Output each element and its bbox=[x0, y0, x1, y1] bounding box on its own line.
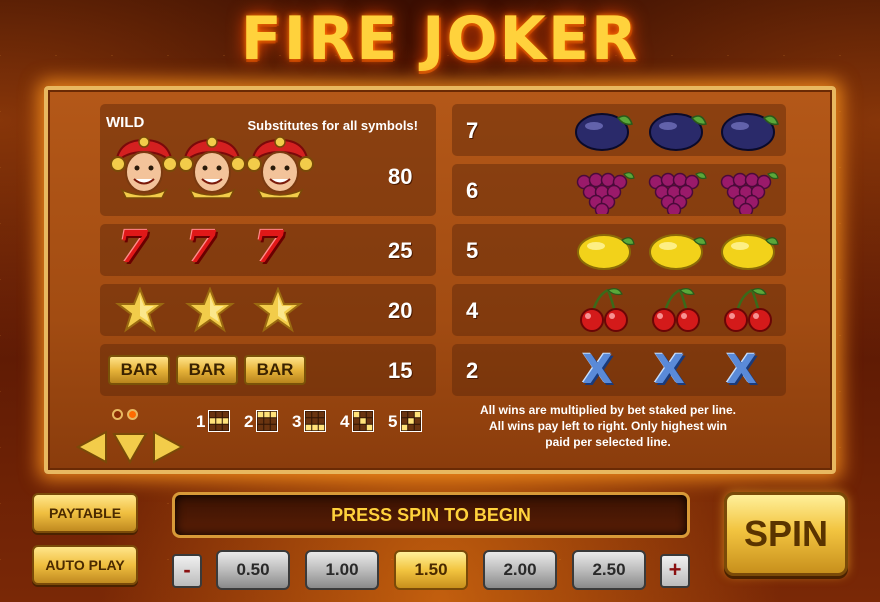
payline-grid-icon bbox=[400, 410, 422, 432]
joker-icon bbox=[178, 136, 246, 199]
payline-grid-icon bbox=[352, 410, 374, 432]
seven-icon: 7 bbox=[118, 222, 149, 273]
paytable-row-plum: 7 bbox=[452, 104, 786, 156]
page-indicator bbox=[112, 407, 142, 425]
stake-option[interactable]: 2.50 bbox=[572, 550, 646, 590]
cherry-payout: 4 bbox=[466, 298, 479, 323]
seven-icon: 7 bbox=[186, 222, 217, 273]
lemon-icon bbox=[649, 234, 707, 270]
info-line: paid per selected line. bbox=[545, 435, 671, 449]
grapes-payout: 6 bbox=[466, 178, 479, 203]
star-icon bbox=[115, 287, 165, 333]
joker-icon bbox=[110, 136, 178, 199]
x-icon: X bbox=[726, 347, 757, 393]
payline-number: 1 bbox=[196, 412, 206, 431]
lemon-icon bbox=[577, 234, 635, 270]
lemon-payout: 5 bbox=[466, 238, 479, 263]
grapes-icon bbox=[576, 172, 635, 214]
stake-option-selected[interactable]: 1.50 bbox=[394, 550, 468, 590]
paytable-row-lemon: 5 bbox=[452, 224, 786, 276]
paytable-row-grapes: 6 bbox=[452, 164, 786, 216]
autoplay-button[interactable]: AUTO PLAY bbox=[32, 545, 138, 585]
paytable-row-bar: BAR BAR BAR 15 bbox=[100, 344, 436, 396]
stake-option[interactable]: 0.50 bbox=[216, 550, 290, 590]
cherry-icon bbox=[724, 288, 772, 332]
payline-grid-icon bbox=[208, 410, 230, 432]
stake-option[interactable]: 2.00 bbox=[483, 550, 557, 590]
lemon-icon bbox=[721, 234, 779, 270]
x-icon: X bbox=[654, 347, 685, 393]
grapes-icon bbox=[720, 172, 779, 214]
arrow-left-icon[interactable] bbox=[76, 430, 108, 464]
arrow-down-icon[interactable] bbox=[112, 432, 148, 464]
bar-icon: BAR bbox=[176, 355, 238, 385]
joker-icon bbox=[246, 136, 314, 199]
stake-option[interactable]: 1.00 bbox=[305, 550, 379, 590]
plum-payout: 7 bbox=[466, 118, 479, 143]
paytable-row-cherry: 4 bbox=[452, 284, 786, 336]
paytable-button[interactable]: PAYTABLE bbox=[32, 493, 138, 533]
stake-increase-button[interactable]: + bbox=[660, 554, 690, 588]
paytable-row-seven: 7 7 7 25 bbox=[100, 224, 436, 276]
paytable-panel: WILD Substitutes for all symbols! 80 7 7… bbox=[44, 86, 836, 474]
paytable-row-star: 20 bbox=[100, 284, 436, 336]
info-line: All wins are multiplied by bet staked pe… bbox=[479, 403, 737, 417]
arrow-right-icon[interactable] bbox=[152, 430, 184, 464]
cherry-icon bbox=[580, 288, 628, 332]
seven-payout: 25 bbox=[388, 238, 413, 263]
game-title: FIRE JOKER bbox=[240, 4, 640, 74]
payline-grid-icon bbox=[256, 410, 278, 432]
star-icon bbox=[185, 287, 235, 333]
wild-label: WILD bbox=[106, 114, 145, 131]
status-message: PRESS SPIN TO BEGIN bbox=[172, 492, 690, 538]
seven-icon: 7 bbox=[254, 222, 285, 273]
x-payout: 2 bbox=[466, 358, 479, 383]
grapes-icon bbox=[648, 172, 707, 214]
paytable-row-x: 2 X X X bbox=[452, 344, 786, 396]
plum-icon bbox=[721, 113, 779, 151]
page-dot-1[interactable] bbox=[112, 409, 123, 420]
payline-number: 3 bbox=[292, 412, 302, 431]
bar-payout: 15 bbox=[388, 358, 413, 383]
payline-grid-icon bbox=[304, 410, 326, 432]
payline-number: 5 bbox=[388, 412, 398, 431]
info-line: All wins pay left to right. Only highest… bbox=[488, 419, 727, 433]
plum-icon bbox=[649, 113, 707, 151]
paytable-info: All wins are multiplied by bet staked pe… bbox=[458, 402, 758, 450]
wild-description: Substitutes for all symbols! bbox=[247, 118, 418, 133]
x-icon: X bbox=[582, 347, 613, 393]
payline-number: 4 bbox=[340, 412, 350, 431]
wild-row: WILD Substitutes for all symbols! 80 bbox=[100, 104, 436, 216]
bar-icon: BAR bbox=[244, 355, 306, 385]
star-icon bbox=[253, 287, 303, 333]
page-dot-2[interactable] bbox=[127, 409, 138, 420]
plum-icon bbox=[575, 113, 633, 151]
wild-payout: 80 bbox=[388, 164, 413, 189]
stake-selector: - 0.50 1.00 1.50 2.00 2.50 + bbox=[172, 544, 690, 600]
cherry-icon bbox=[652, 288, 700, 332]
payline-number: 2 bbox=[244, 412, 254, 431]
star-payout: 20 bbox=[388, 298, 413, 323]
stake-decrease-button[interactable]: - bbox=[172, 554, 202, 588]
bar-icon: BAR bbox=[108, 355, 170, 385]
spin-button[interactable]: SPIN bbox=[724, 492, 848, 576]
